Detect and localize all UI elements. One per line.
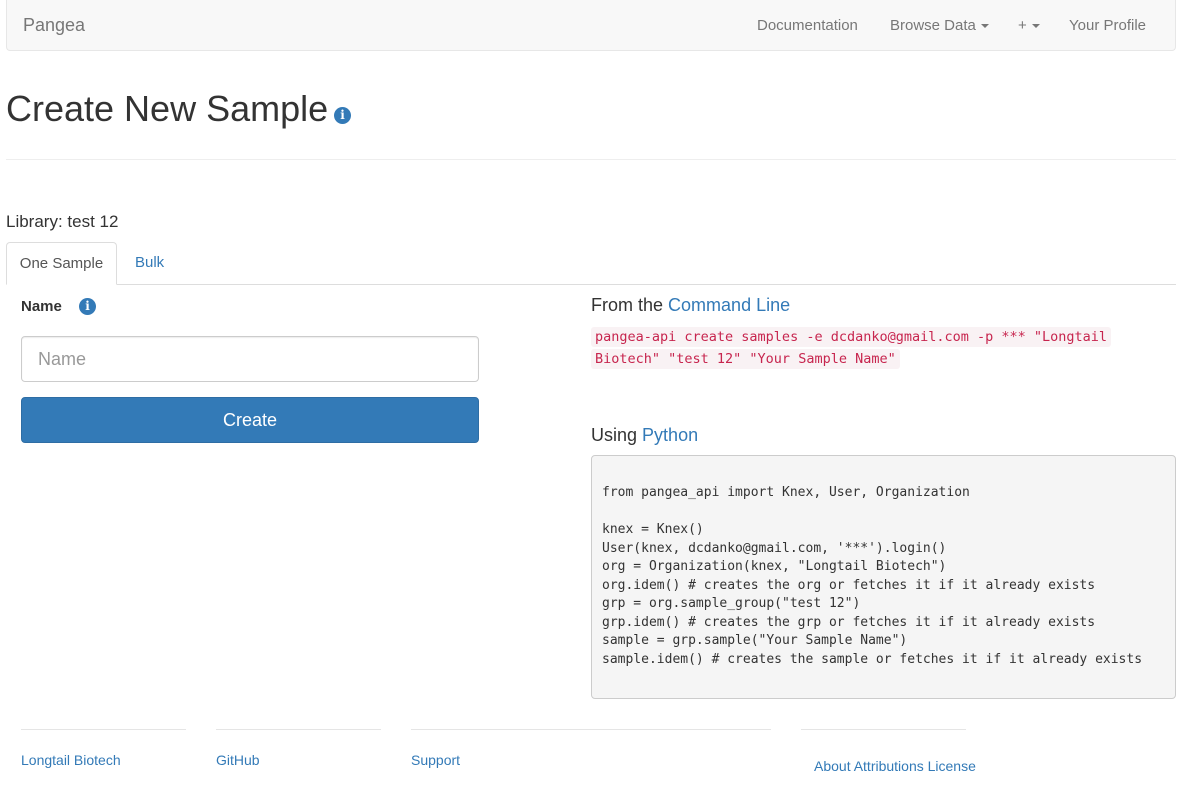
create-button[interactable]: Create [21, 397, 479, 443]
nav-browse-data-label: Browse Data [890, 17, 976, 34]
library-label: Library: test 12 [6, 212, 119, 231]
top-navbar: Pangea Documentation Browse Data + Your … [6, 0, 1176, 51]
nav-browse-data[interactable]: Browse Data [890, 17, 989, 34]
python-code-block: from pangea_api import Knex, User, Organ… [591, 455, 1176, 699]
tab-one-sample[interactable]: One Sample [6, 242, 117, 285]
footer-link-longtail-biotech[interactable]: Longtail Biotech [21, 752, 121, 768]
caret-down-icon [980, 24, 989, 29]
footer-divider [411, 729, 771, 730]
footer-divider [21, 729, 186, 730]
footer-link-about-attributions-license[interactable]: About Attributions License [814, 758, 976, 774]
footer-link-support[interactable]: Support [411, 752, 460, 768]
divider [6, 159, 1176, 160]
python-heading-prefix: Using [591, 425, 638, 445]
nav-plus-menu[interactable]: + [1018, 17, 1040, 34]
brand-logo[interactable]: Pangea [23, 15, 85, 36]
name-field-label: Name [21, 298, 62, 315]
footer-divider [801, 729, 966, 730]
nav-plus-label: + [1018, 17, 1027, 34]
caret-down-icon [1031, 24, 1040, 29]
python-link[interactable]: Python [642, 425, 698, 445]
tab-bulk[interactable]: Bulk [135, 254, 164, 271]
sample-name-input[interactable] [21, 336, 479, 382]
cli-command: pangea-api create samples -e dcdanko@gma… [591, 326, 1112, 370]
python-heading: Using Python [591, 425, 698, 446]
command-line-link[interactable]: Command Line [668, 295, 790, 315]
footer-divider [216, 729, 381, 730]
page-title: Create New Sample [6, 88, 329, 129]
tabs-bar [6, 284, 1176, 285]
footer-link-github[interactable]: GitHub [216, 752, 260, 768]
nav-documentation[interactable]: Documentation [757, 17, 858, 34]
cli-command-text: pangea-api create samples -e dcdanko@gma… [591, 327, 1112, 369]
nav-your-profile[interactable]: Your Profile [1069, 17, 1146, 34]
cli-heading: From the Command Line [591, 295, 790, 316]
info-circle-icon[interactable]: i [334, 107, 351, 124]
info-circle-icon[interactable]: i [79, 298, 96, 315]
cli-heading-prefix: From the [591, 295, 664, 315]
